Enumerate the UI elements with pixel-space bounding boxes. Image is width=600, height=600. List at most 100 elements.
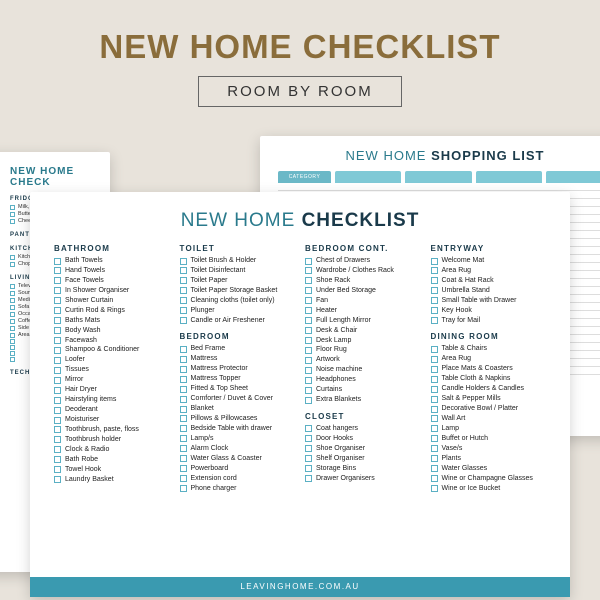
item-label: Laundry Basket [65, 476, 170, 485]
checkbox-icon [431, 485, 438, 492]
checklist-item: Bath Towels [54, 257, 170, 266]
checkbox-icon [180, 445, 187, 452]
item-label: Vase/s [442, 445, 547, 454]
checkbox-icon [180, 376, 187, 383]
item-label: Full Length Mirror [316, 317, 421, 326]
checkbox-icon [54, 357, 61, 364]
category-heading: TOILET [180, 244, 296, 253]
checklist-item: Noise machine [305, 366, 421, 375]
item-label: Lamp/s [191, 435, 296, 444]
checklist-item: Lamp [431, 425, 547, 434]
checklist-item: Hair Dryer [54, 386, 170, 395]
checkbox-icon [431, 406, 438, 413]
item-label: Heater [316, 307, 421, 316]
checklist-item: Wall Art [431, 415, 547, 424]
checkbox-icon [305, 475, 312, 482]
item-label: Toothbrush holder [65, 436, 170, 445]
footer-url: LEAVINGHOME.COM.AU [30, 577, 570, 597]
checklist-item: Vase/s [431, 445, 547, 454]
column: BEDROOM CONT.Chest of DrawersWardrobe / … [305, 244, 421, 494]
checkbox-icon [305, 327, 312, 334]
item-label: Shampoo & Conditioner [65, 346, 170, 355]
checklist-item: Headphones [305, 376, 421, 385]
checklist-item: Fan [305, 297, 421, 306]
checkbox-icon [10, 345, 15, 350]
item-label: Loofer [65, 356, 170, 365]
checkbox-icon [10, 312, 15, 317]
checklist-item: Powerboard [180, 465, 296, 474]
checklist-item: Fitted & Top Sheet [180, 385, 296, 394]
checklist-item: Clock & Radio [54, 446, 170, 455]
checklist-item: Lamp/s [180, 435, 296, 444]
item-label: In Shower Organiser [65, 287, 170, 296]
item-label: Small Table with Drawer [442, 297, 547, 306]
checklist-item: Area Rug [431, 267, 547, 276]
checkbox-icon [10, 298, 15, 303]
checkbox-icon [180, 485, 187, 492]
column: ENTRYWAYWelcome MatArea RugCoat & Hat Ra… [431, 244, 547, 494]
checklist-item: Alarm Clock [180, 445, 296, 454]
checklist-item: Toothbrush holder [54, 436, 170, 445]
checkbox-icon [10, 219, 15, 224]
category-heading: BEDROOM [180, 332, 296, 341]
item-label: Facewash [65, 337, 170, 346]
checklist-item: Chest of Drawers [305, 257, 421, 266]
checklist-item: Deoderant [54, 406, 170, 415]
checklist-item: Face Towels [54, 277, 170, 286]
checkbox-icon [180, 267, 187, 274]
checkbox-icon [54, 287, 61, 294]
checkbox-icon [305, 425, 312, 432]
checkbox-icon [54, 407, 61, 414]
category-heading: CLOSET [305, 412, 421, 421]
column: BATHROOMBath TowelsHand TowelsFace Towel… [54, 244, 170, 494]
checkbox-icon [54, 456, 61, 463]
checklist-item: Laundry Basket [54, 476, 170, 485]
checklist-item: Desk & Chair [305, 327, 421, 336]
checklist-item: Plants [431, 455, 547, 464]
hero: NEW HOME CHECKLIST ROOM BY ROOM [0, 0, 600, 107]
checkbox-icon [180, 317, 187, 324]
checkbox-icon [431, 346, 438, 353]
item-label: Tray for Mail [442, 317, 547, 326]
checkbox-icon [305, 287, 312, 294]
checkbox-icon [180, 386, 187, 393]
item-label: Floor Rug [316, 346, 421, 355]
checkbox-icon [180, 356, 187, 363]
checkbox-icon [431, 366, 438, 373]
item-label: Deoderant [65, 406, 170, 415]
checklist-item: Candle or Air Freshener [180, 317, 296, 326]
item-label: Fitted & Top Sheet [191, 385, 296, 394]
checkbox-icon [431, 465, 438, 472]
item-label: Fan [316, 297, 421, 306]
column: TOILETToilet Brush & HolderToilet Disinf… [180, 244, 296, 494]
item-label: Welcome Mat [442, 257, 547, 266]
checklist-item: Bedside Table with drawer [180, 425, 296, 434]
checklist-item: Shoe Rack [305, 277, 421, 286]
item-label: Toilet Paper [191, 277, 296, 286]
item-label: Bath Towels [65, 257, 170, 266]
item-label: Hair Dryer [65, 386, 170, 395]
checkbox-icon [431, 307, 438, 314]
checklist-item: Toilet Brush & Holder [180, 257, 296, 266]
checklist-item: Coat & Hat Rack [431, 277, 547, 286]
checklist-item: Facewash [54, 337, 170, 346]
checkbox-icon [305, 258, 312, 265]
checkbox-icon [10, 319, 15, 324]
hero-title: NEW HOME CHECKLIST [0, 28, 600, 66]
checkbox-icon [431, 297, 438, 304]
checklist-item: Bed Frame [180, 345, 296, 354]
item-label: Mattress Protector [191, 365, 296, 374]
item-label: Lamp [442, 425, 547, 434]
item-label: Table & Chairs [442, 345, 547, 354]
item-label: Extra Blankets [316, 396, 421, 405]
checkbox-icon [431, 475, 438, 482]
item-label: Bath Robe [65, 456, 170, 465]
checkbox-icon [54, 476, 61, 483]
checkbox-icon [10, 339, 15, 344]
category-heading: BEDROOM CONT. [305, 244, 421, 253]
item-label: Drawer Organisers [316, 475, 421, 484]
item-label: Towel Hook [65, 466, 170, 475]
checkbox-icon [180, 465, 187, 472]
item-label: Umbrella Stand [442, 287, 547, 296]
hero-subtitle: ROOM BY ROOM [198, 76, 401, 107]
